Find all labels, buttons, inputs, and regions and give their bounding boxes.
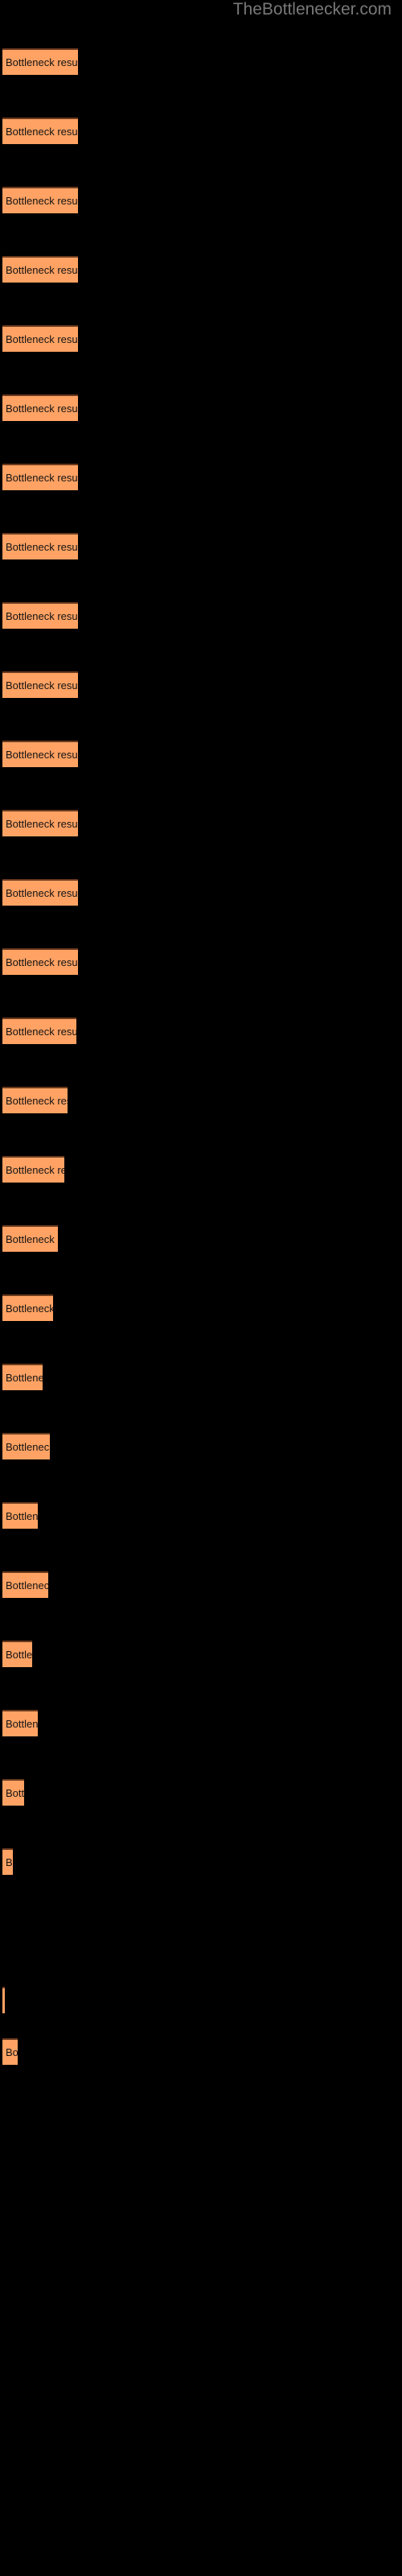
bar: Bottleneck result xyxy=(2,741,78,767)
bar-label: Bottleneck result xyxy=(6,1509,38,1522)
bar-label: Bottleneck result xyxy=(6,1579,48,1591)
bar-label: Bottleneck result xyxy=(6,1786,24,1799)
bar-label: Bottleneck result xyxy=(6,540,78,553)
bar-label: Bottleneck result xyxy=(6,125,78,138)
bar-row: Bottleneck result xyxy=(2,1710,38,1736)
bar-row: Bottleneck result xyxy=(2,1848,13,1875)
bar-row: Bottleneck result xyxy=(2,48,78,75)
bar: Bottleneck result xyxy=(2,256,78,283)
bar-label: Bottleneck result xyxy=(6,1856,13,1868)
bar: Bottleneck result xyxy=(2,1294,53,1321)
bar-label: Bottleneck result xyxy=(6,1094,68,1107)
bar-row: Bottleneck result xyxy=(2,1364,43,1390)
bottleneck-bar-chart: TheBottlenecker.com Bottleneck result Bot… xyxy=(0,0,402,2576)
bar-row: Bottleneck result xyxy=(2,256,78,283)
bar-row: Bottleneck result xyxy=(2,948,78,975)
bar-row: Bottleneck result xyxy=(2,1571,48,1598)
bar-row: Bottleneck result xyxy=(2,879,78,906)
bar-label: Bottleneck result xyxy=(6,817,78,830)
bar: Bottleneck result xyxy=(2,948,78,975)
bar-row: Bottleneck result xyxy=(2,533,78,559)
bar: Bottleneck result xyxy=(2,325,78,352)
bar-row: Bottleneck result xyxy=(2,1779,24,1806)
bar-row: Bottleneck result xyxy=(2,394,78,421)
bar: Bottleneck result xyxy=(2,1710,38,1736)
bar: Bottleneck result xyxy=(2,2038,18,2065)
bar-row: Bottleneck result xyxy=(2,810,78,836)
bar-label: Bottleneck result xyxy=(6,679,78,691)
bar: Bottleneck result xyxy=(2,533,78,559)
bar-row: Bottleneck result xyxy=(2,2038,18,2065)
bar-label: Bottleneck result xyxy=(6,332,78,345)
bar-label: Bottleneck result xyxy=(6,56,78,68)
bar-row: Bottleneck result xyxy=(2,602,78,629)
bar-label: Bottleneck result xyxy=(6,2046,18,2058)
bar: Bottleneck result xyxy=(2,1156,64,1183)
bar-row: Bottleneck result xyxy=(2,1156,64,1183)
bar: Bottleneck result xyxy=(2,1364,43,1390)
bar-label: Bottleneck result xyxy=(6,748,78,761)
bar-row: Bottleneck result xyxy=(2,1987,5,2013)
bar-row: Bottleneck result xyxy=(2,741,78,767)
bar: Bottleneck result xyxy=(2,1225,58,1252)
bar: Bottleneck result xyxy=(2,671,78,698)
bar-label: Bottleneck result xyxy=(6,1371,43,1384)
bar: Bottleneck result xyxy=(2,1779,24,1806)
bar: Bottleneck result xyxy=(2,1433,50,1459)
bar-label: Bottleneck result xyxy=(6,471,78,484)
bar: Bottleneck result xyxy=(2,810,78,836)
bar: Bottleneck result xyxy=(2,1571,48,1598)
bar-row: Bottleneck result xyxy=(2,118,78,144)
bar-label: Bottleneck result xyxy=(6,402,78,415)
bar-row: Bottleneck result xyxy=(2,187,78,213)
bar: Bottleneck result xyxy=(2,1641,32,1667)
bar-label: Bottleneck result xyxy=(6,194,78,207)
bar: Bottleneck result xyxy=(2,187,78,213)
site-watermark: TheBottlenecker.com xyxy=(232,0,392,19)
bar-label: Bottleneck result xyxy=(6,1648,32,1661)
bar-label: Bottleneck result xyxy=(6,956,78,968)
bar: Bottleneck result xyxy=(2,48,78,75)
bar: Bottleneck result xyxy=(2,394,78,421)
bar-row: Bottleneck result xyxy=(2,1502,38,1529)
bar-row: Bottleneck result xyxy=(2,325,78,352)
bar-row: Bottleneck result xyxy=(2,1087,68,1113)
bar-label: Bottleneck result xyxy=(6,886,78,899)
bar-label: Bottleneck result xyxy=(6,263,78,276)
bar-row: Bottleneck result xyxy=(2,1294,53,1321)
bar-label: Bottleneck result xyxy=(6,1302,53,1315)
bar-row: Bottleneck result xyxy=(2,1641,32,1667)
bar: Bottleneck result xyxy=(2,1502,38,1529)
bar: Bottleneck result xyxy=(2,464,78,490)
bar-row: Bottleneck result xyxy=(2,1433,50,1459)
bar: Bottleneck result xyxy=(2,1018,76,1044)
bar-row: Bottleneck result xyxy=(2,1225,58,1252)
bar-label: Bottleneck result xyxy=(6,1163,64,1176)
bar: Bottleneck result xyxy=(2,1848,13,1875)
bar-label: Bottleneck result xyxy=(6,1232,58,1245)
bar-row: Bottleneck result xyxy=(2,464,78,490)
bar: Bottleneck result xyxy=(2,879,78,906)
bar-label: Bottleneck result xyxy=(6,1440,50,1453)
bar: Bottleneck result xyxy=(2,1987,5,2013)
bar-row: Bottleneck result xyxy=(2,671,78,698)
bar-label: Bottleneck result xyxy=(6,609,78,622)
bar: Bottleneck result xyxy=(2,602,78,629)
bar: Bottleneck result xyxy=(2,1087,68,1113)
bar-label: Bottleneck result xyxy=(6,1717,38,1730)
bar: Bottleneck result xyxy=(2,118,78,144)
bar-label: Bottleneck result xyxy=(6,1025,76,1038)
bar-row: Bottleneck result xyxy=(2,1018,76,1044)
